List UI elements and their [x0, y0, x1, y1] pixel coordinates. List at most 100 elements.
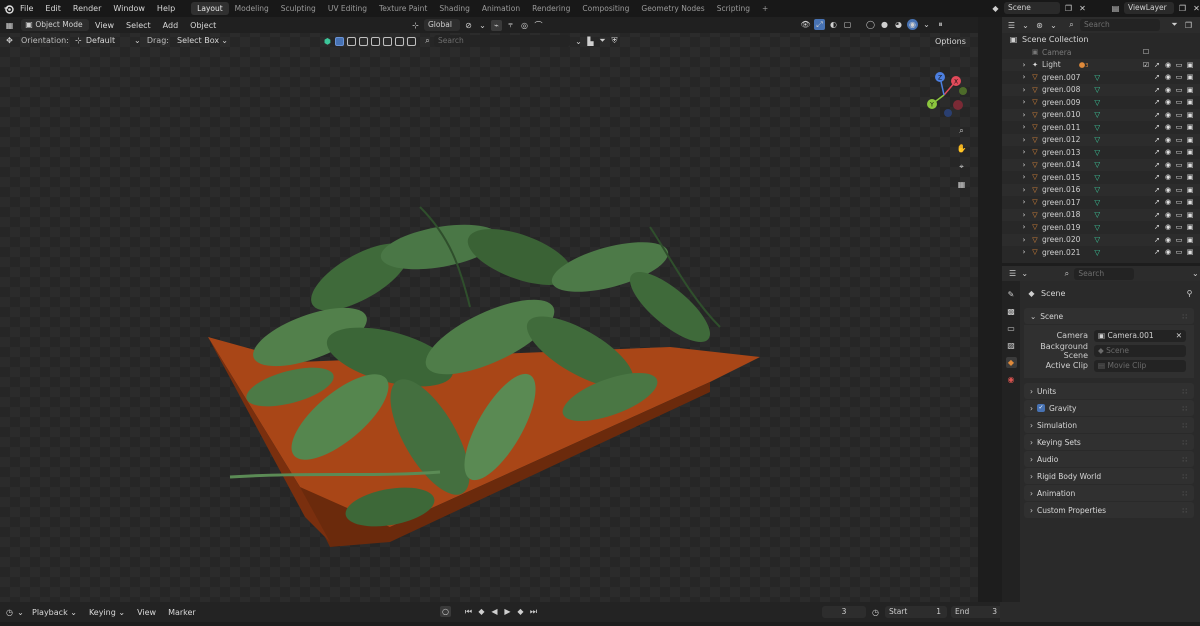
timeline-menu-playback[interactable]: Playback ⌄: [26, 608, 83, 617]
grid-view-icon[interactable]: ▦: [956, 179, 967, 190]
outliner-item[interactable]: › ▽ green.016 ▽ ➚ ◉ ▭ ▣: [1002, 183, 1200, 196]
chevron-right-icon[interactable]: ›: [1020, 161, 1028, 169]
filter-curve-icon[interactable]: [359, 36, 368, 46]
outliner-item[interactable]: › ▽ green.010 ▽ ➚ ◉ ▭ ▣: [1002, 108, 1200, 121]
outliner-item[interactable]: › ▽ green.012 ▽ ➚ ◉ ▭ ▣: [1002, 133, 1200, 146]
menu-render[interactable]: Render: [67, 4, 107, 13]
tab-uv-editing[interactable]: UV Editing: [322, 2, 373, 15]
section-custom-properties[interactable]: › Custom Properties ∷: [1024, 502, 1194, 518]
viewport-menu-add[interactable]: Add: [157, 21, 185, 30]
shield-icon[interactable]: ⛨: [609, 36, 620, 47]
chevron-down-icon[interactable]: ⌄: [219, 35, 230, 46]
blender-logo-icon[interactable]: [3, 3, 14, 14]
chevron-right-icon[interactable]: ›: [1020, 198, 1028, 206]
section-simulation[interactable]: › Simulation ∷: [1024, 417, 1194, 433]
checkbox-icon[interactable]: ☐: [1142, 48, 1150, 56]
drag-handle-icon[interactable]: ∷: [1182, 455, 1188, 464]
properties-search-input[interactable]: Search: [1074, 267, 1134, 280]
eye-icon[interactable]: ◉: [1164, 98, 1172, 106]
background-scene-field[interactable]: ◆ Scene: [1094, 344, 1186, 357]
timeline-menu-marker[interactable]: Marker: [162, 608, 202, 617]
eye-icon[interactable]: ◉: [1164, 173, 1172, 181]
monitor-icon[interactable]: ▭: [1175, 98, 1183, 106]
shading-material-icon[interactable]: ◕: [893, 19, 904, 30]
funnel-icon[interactable]: ⏷: [597, 36, 608, 47]
camera-render-icon[interactable]: ▣: [1186, 111, 1194, 119]
select-toggle-icon[interactable]: ➚: [1153, 148, 1161, 156]
select-toggle-icon[interactable]: ➚: [1153, 136, 1161, 144]
mode-select[interactable]: ▣ Object Mode ⌄: [21, 19, 89, 31]
add-workspace-button[interactable]: +: [756, 2, 774, 15]
chevron-right-icon[interactable]: ›: [1020, 123, 1028, 131]
record-icon[interactable]: ○: [440, 606, 451, 617]
properties-editor-icon[interactable]: ☰: [1008, 268, 1017, 279]
shading-options-icon[interactable]: ⌄: [921, 19, 932, 30]
proportional-editing-icon[interactable]: ◎: [519, 20, 530, 31]
viewport-menu-object[interactable]: Object: [184, 21, 222, 30]
editor-type-icon[interactable]: ▦: [4, 20, 15, 31]
section-audio[interactable]: › Audio ∷: [1024, 451, 1194, 467]
timeline-editor-icon[interactable]: ◷: [4, 607, 15, 618]
shading-rendered-icon[interactable]: ◉: [907, 19, 918, 30]
delete-scene-icon[interactable]: ✕: [1077, 3, 1088, 14]
filter-select-icon[interactable]: [335, 36, 344, 46]
drag-handle-icon[interactable]: ∷: [1182, 489, 1188, 498]
select-toggle-icon[interactable]: ➚: [1153, 61, 1161, 69]
tab-shading[interactable]: Shading: [433, 2, 475, 15]
viewport-menu-select[interactable]: Select: [120, 21, 157, 30]
scene-field[interactable]: Scene: [1004, 2, 1060, 14]
select-toggle-icon[interactable]: ➚: [1153, 236, 1161, 244]
camera-render-icon[interactable]: ▣: [1186, 123, 1194, 131]
display-mode-icon[interactable]: ⊛: [1034, 20, 1045, 31]
camera-render-icon[interactable]: ▣: [1186, 236, 1194, 244]
drag-handle-icon[interactable]: ∷: [1182, 472, 1188, 481]
timeline-menu-view[interactable]: View: [131, 608, 162, 617]
outliner-item[interactable]: ▣ Camera ☐: [1002, 46, 1200, 59]
snap-target-icon[interactable]: ⫧: [505, 20, 516, 31]
viewport-menu-view[interactable]: View: [89, 21, 120, 30]
snap-icon[interactable]: ⌁: [491, 19, 502, 31]
chevron-right-icon[interactable]: ›: [1020, 173, 1028, 181]
camera-render-icon[interactable]: [1186, 48, 1194, 56]
camera-render-icon[interactable]: ▣: [1186, 211, 1194, 219]
monitor-icon[interactable]: ▭: [1175, 223, 1183, 231]
outliner-item[interactable]: › ▽ green.021 ▽ ➚ ◉ ▭ ▣: [1002, 246, 1200, 259]
select-toggle-icon[interactable]: ➚: [1153, 248, 1161, 256]
menu-edit[interactable]: Edit: [39, 4, 67, 13]
viewlayer-icon[interactable]: ▤: [1110, 3, 1121, 14]
chevron-down-icon[interactable]: ⌄: [1020, 268, 1029, 279]
chevron-right-icon[interactable]: ›: [1020, 186, 1028, 194]
chevron-right-icon[interactable]: ›: [1020, 111, 1028, 119]
bookmark-icon[interactable]: ▙: [585, 36, 596, 47]
select-toggle-icon[interactable]: ➚: [1153, 223, 1161, 231]
eye-icon[interactable]: ◉: [1164, 86, 1172, 94]
visibility-icon[interactable]: 👁: [800, 19, 811, 30]
select-toggle-icon[interactable]: ➚: [1153, 86, 1161, 94]
viewport-search-input[interactable]: Search: [434, 35, 570, 47]
menu-help[interactable]: Help: [151, 4, 181, 13]
clock-icon[interactable]: ◷: [870, 607, 881, 618]
chevron-right-icon[interactable]: ›: [1020, 61, 1028, 69]
end-frame-field[interactable]: End 3: [951, 606, 1003, 618]
navigation-gizmo[interactable]: X Y Z: [918, 69, 970, 121]
chevron-right-icon[interactable]: ›: [1020, 98, 1028, 106]
shading-solid-icon[interactable]: ●: [879, 19, 890, 30]
tab-modeling[interactable]: Modeling: [229, 2, 275, 15]
select-toggle-icon[interactable]: ➚: [1153, 173, 1161, 181]
viewlayer-field[interactable]: ViewLayer: [1124, 2, 1174, 14]
drag-select[interactable]: Select Box: [177, 36, 219, 45]
eye-icon[interactable]: ◉: [1164, 161, 1172, 169]
play-reverse-icon[interactable]: ◀: [489, 606, 500, 617]
menu-window[interactable]: Window: [107, 4, 151, 13]
outliner-item[interactable]: › ▽ green.019 ▽ ➚ ◉ ▭ ▣: [1002, 221, 1200, 234]
pin-icon[interactable]: ⚲: [1184, 288, 1195, 299]
proportional-falloff-icon[interactable]: ⌒: [533, 20, 544, 31]
scene-icon[interactable]: ◆: [990, 3, 1001, 14]
camera-render-icon[interactable]: ▣: [1186, 198, 1194, 206]
select-toggle-icon[interactable]: ➚: [1153, 198, 1161, 206]
monitor-icon[interactable]: ▭: [1175, 211, 1183, 219]
camera-view-icon[interactable]: ⌖: [956, 161, 967, 172]
select-toggle-icon[interactable]: ➚: [1153, 111, 1161, 119]
camera-render-icon[interactable]: ▣: [1186, 86, 1194, 94]
section-keying-sets[interactable]: › Keying Sets ∷: [1024, 434, 1194, 450]
